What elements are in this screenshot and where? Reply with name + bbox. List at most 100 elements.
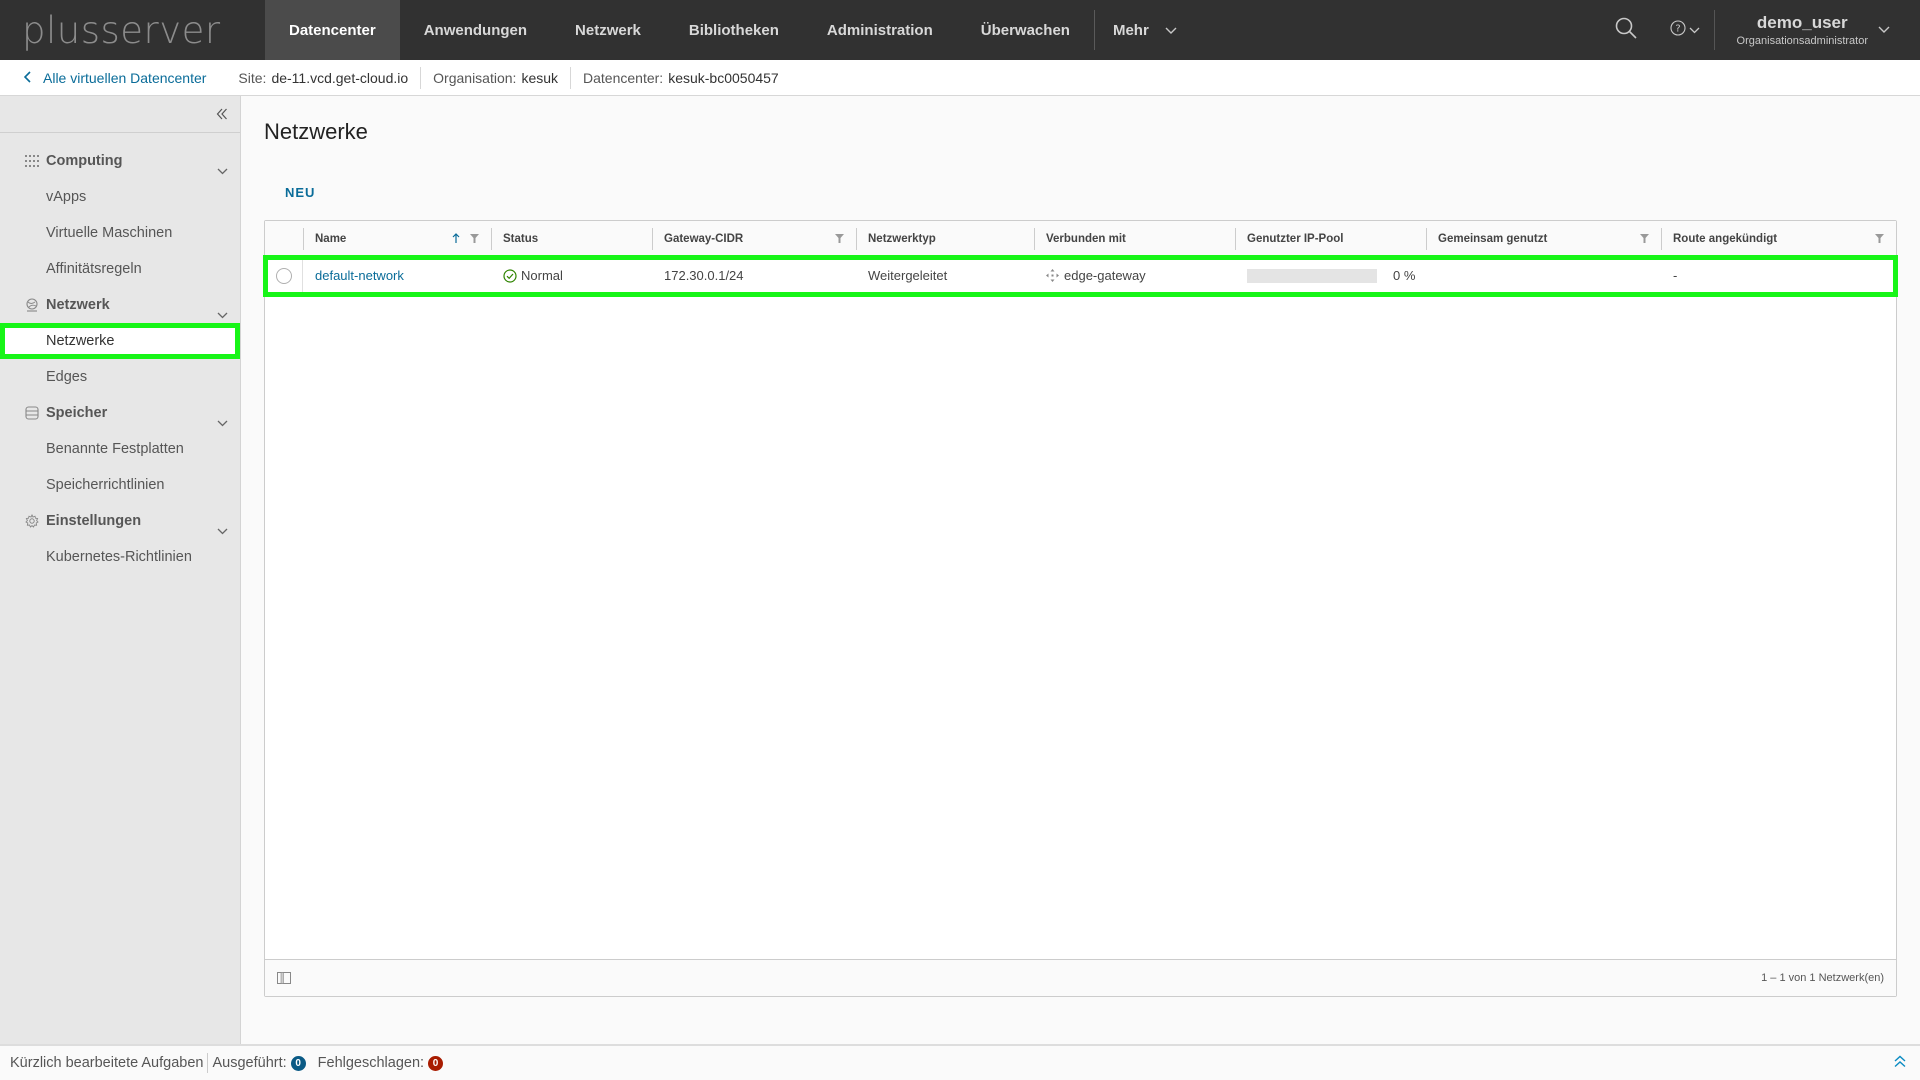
expand-tasks-button[interactable] xyxy=(1894,1055,1906,1068)
user-menu[interactable]: demo_user Organisationsadministrator xyxy=(1737,13,1868,47)
organisation-value: kesuk xyxy=(521,69,559,86)
sort-ascending-icon xyxy=(452,233,460,243)
column-label: Name xyxy=(315,232,347,245)
column-header-name[interactable]: Name xyxy=(303,221,491,256)
user-role: Organisationsadministrator xyxy=(1736,35,1868,47)
executed-count-badge: 0 xyxy=(290,1055,306,1071)
sidebar-collapse-row xyxy=(0,96,240,133)
check-circle-icon xyxy=(503,268,517,283)
chevron-down-icon xyxy=(1689,21,1700,39)
column-header-route-advertised[interactable]: Route angekündigt xyxy=(1661,221,1896,256)
top-header: plusserver Datencenter Anwendungen Netzw… xyxy=(0,0,1920,60)
nav-administration[interactable]: Administration xyxy=(803,0,957,60)
gear-icon xyxy=(24,513,40,529)
sidebar-group-label: Netzwerk xyxy=(46,297,110,313)
main-nav: Datencenter Anwendungen Netzwerk Bibliot… xyxy=(265,0,1195,60)
database-icon xyxy=(24,405,40,421)
sidebar-item-vapps[interactable]: vApps xyxy=(0,179,240,215)
edge-gateway-icon xyxy=(1046,269,1059,282)
main-content: Netzwerke NEU Name Status Gateway-CIDR N… xyxy=(242,96,1920,1044)
back-to-all-vdcs-link[interactable]: Alle virtuellen Datencenter xyxy=(0,70,206,86)
failed-count-badge: 0 xyxy=(428,1055,444,1071)
status-text: Normal xyxy=(521,268,563,283)
back-link-label: Alle virtuellen Datencenter xyxy=(43,69,207,86)
column-label: Gemeinsam genutzt xyxy=(1438,232,1548,245)
chevron-down-icon xyxy=(217,415,228,431)
sidebar-item-affinity-rules[interactable]: Affinitätsregeln xyxy=(0,251,240,287)
sidebar-item-named-disks[interactable]: Benannte Festplatten xyxy=(0,431,240,467)
cell-shared xyxy=(1426,257,1661,294)
sidebar-group-label: Computing xyxy=(46,153,123,169)
sidebar-group-network[interactable]: Netzwerk xyxy=(0,287,240,323)
collapse-sidebar-button[interactable] xyxy=(216,108,228,120)
column-header-status[interactable]: Status xyxy=(491,221,652,256)
user-name: demo_user xyxy=(1756,13,1848,32)
double-chevron-left-icon xyxy=(216,108,227,120)
cell-ip-pool: 0 % xyxy=(1235,257,1426,294)
ip-pool-progress-bar xyxy=(1247,268,1377,283)
sidebar-group-label: Speicher xyxy=(46,405,108,421)
sidebar-nav: Computing vApps Virtuelle Maschinen Affi… xyxy=(0,133,240,575)
column-header-ip-pool[interactable]: Genutzter IP-Pool xyxy=(1235,221,1426,256)
sidebar-item-virtual-machines[interactable]: Virtuelle Maschinen xyxy=(0,215,240,251)
sidebar-item-networks[interactable]: Netzwerke xyxy=(0,323,240,359)
filter-icon xyxy=(835,234,844,243)
sidebar-item-edges[interactable]: Edges xyxy=(0,359,240,395)
row-select-cell xyxy=(265,257,303,294)
sidebar: Computing vApps Virtuelle Maschinen Affi… xyxy=(0,96,241,1044)
ip-pool-percent: 0 % xyxy=(1393,268,1416,283)
column-header-network-type[interactable]: Netzwerktyp xyxy=(856,221,1034,256)
context-bar: Alle virtuellen Datencenter Site: de-11.… xyxy=(0,60,1920,96)
site-info: Site: de-11.vcd.get-cloud.io xyxy=(226,67,420,89)
network-name-link[interactable]: default-network xyxy=(315,268,404,283)
organisation-info: Organisation: kesuk xyxy=(420,66,570,89)
recent-tasks-toggle[interactable]: Kürzlich bearbeitete Aufgaben xyxy=(10,1055,203,1071)
failed-tasks[interactable]: Fehlgeschlagen: 0 xyxy=(317,1055,444,1071)
user-menu-toggle[interactable] xyxy=(1878,21,1890,39)
executed-tasks[interactable]: Ausgeführt: 0 xyxy=(212,1055,306,1071)
chevron-down-icon xyxy=(1878,21,1890,39)
nav-netzwerk[interactable]: Netzwerk xyxy=(551,0,665,60)
failed-label: Fehlgeschlagen: xyxy=(317,1055,425,1071)
nav-datencenter[interactable]: Datencenter xyxy=(265,0,400,60)
help-menu-button[interactable]: ? xyxy=(1669,19,1700,41)
sidebar-group-label: Einstellungen xyxy=(46,513,142,529)
columns-icon xyxy=(277,972,291,984)
column-toggle-button[interactable] xyxy=(277,972,291,984)
header-divider xyxy=(1713,10,1715,50)
new-network-button[interactable]: NEU xyxy=(285,185,315,200)
nav-bibliotheken[interactable]: Bibliotheken xyxy=(665,0,803,60)
connected-to-text: edge-gateway xyxy=(1064,268,1146,283)
column-header-gateway-cidr[interactable]: Gateway-CIDR xyxy=(652,221,856,256)
nav-anwendungen[interactable]: Anwendungen xyxy=(400,0,551,60)
sidebar-group-storage[interactable]: Speicher xyxy=(0,395,240,431)
column-header-shared[interactable]: Gemeinsam genutzt xyxy=(1426,221,1661,256)
nav-more-dropdown[interactable]: Mehr xyxy=(1095,0,1195,60)
executed-label: Ausgeführt: xyxy=(212,1055,287,1071)
cell-name: default-network xyxy=(303,257,491,294)
sidebar-item-storage-policies[interactable]: Speicherrichtlinien xyxy=(0,467,240,503)
site-value: de-11.vcd.get-cloud.io xyxy=(271,69,409,86)
nav-more-label: Mehr xyxy=(1112,21,1149,39)
column-header-connected-to[interactable]: Verbunden mit xyxy=(1034,221,1235,256)
search-button[interactable] xyxy=(1606,16,1646,45)
header-actions: ? demo_user Organisationsadministrator xyxy=(1606,0,1920,60)
row-select-radio[interactable] xyxy=(275,267,292,284)
column-label: Route angekündigt xyxy=(1673,232,1778,245)
filter-icon xyxy=(1875,234,1884,243)
chevron-left-icon xyxy=(23,70,31,86)
sidebar-group-settings[interactable]: Einstellungen xyxy=(0,503,240,539)
grid-icon xyxy=(24,153,40,169)
logo: plusserver xyxy=(22,8,221,52)
sidebar-item-kubernetes-policies[interactable]: Kubernetes-Richtlinien xyxy=(0,539,240,575)
sidebar-group-computing[interactable]: Computing xyxy=(0,143,240,179)
column-label: Gateway-CIDR xyxy=(664,232,744,245)
chevron-down-icon xyxy=(217,163,228,179)
organisation-label: Organisation: xyxy=(433,69,517,86)
datacenter-label: Datencenter: xyxy=(583,69,664,86)
table-row[interactable]: default-network Normal 172.30.0.1/24 Wei… xyxy=(263,255,1898,297)
search-icon xyxy=(1614,16,1638,45)
nav-ueberwachen[interactable]: Überwachen xyxy=(957,0,1094,60)
select-column-header xyxy=(265,221,303,256)
page-title: Netzwerke xyxy=(264,119,368,144)
